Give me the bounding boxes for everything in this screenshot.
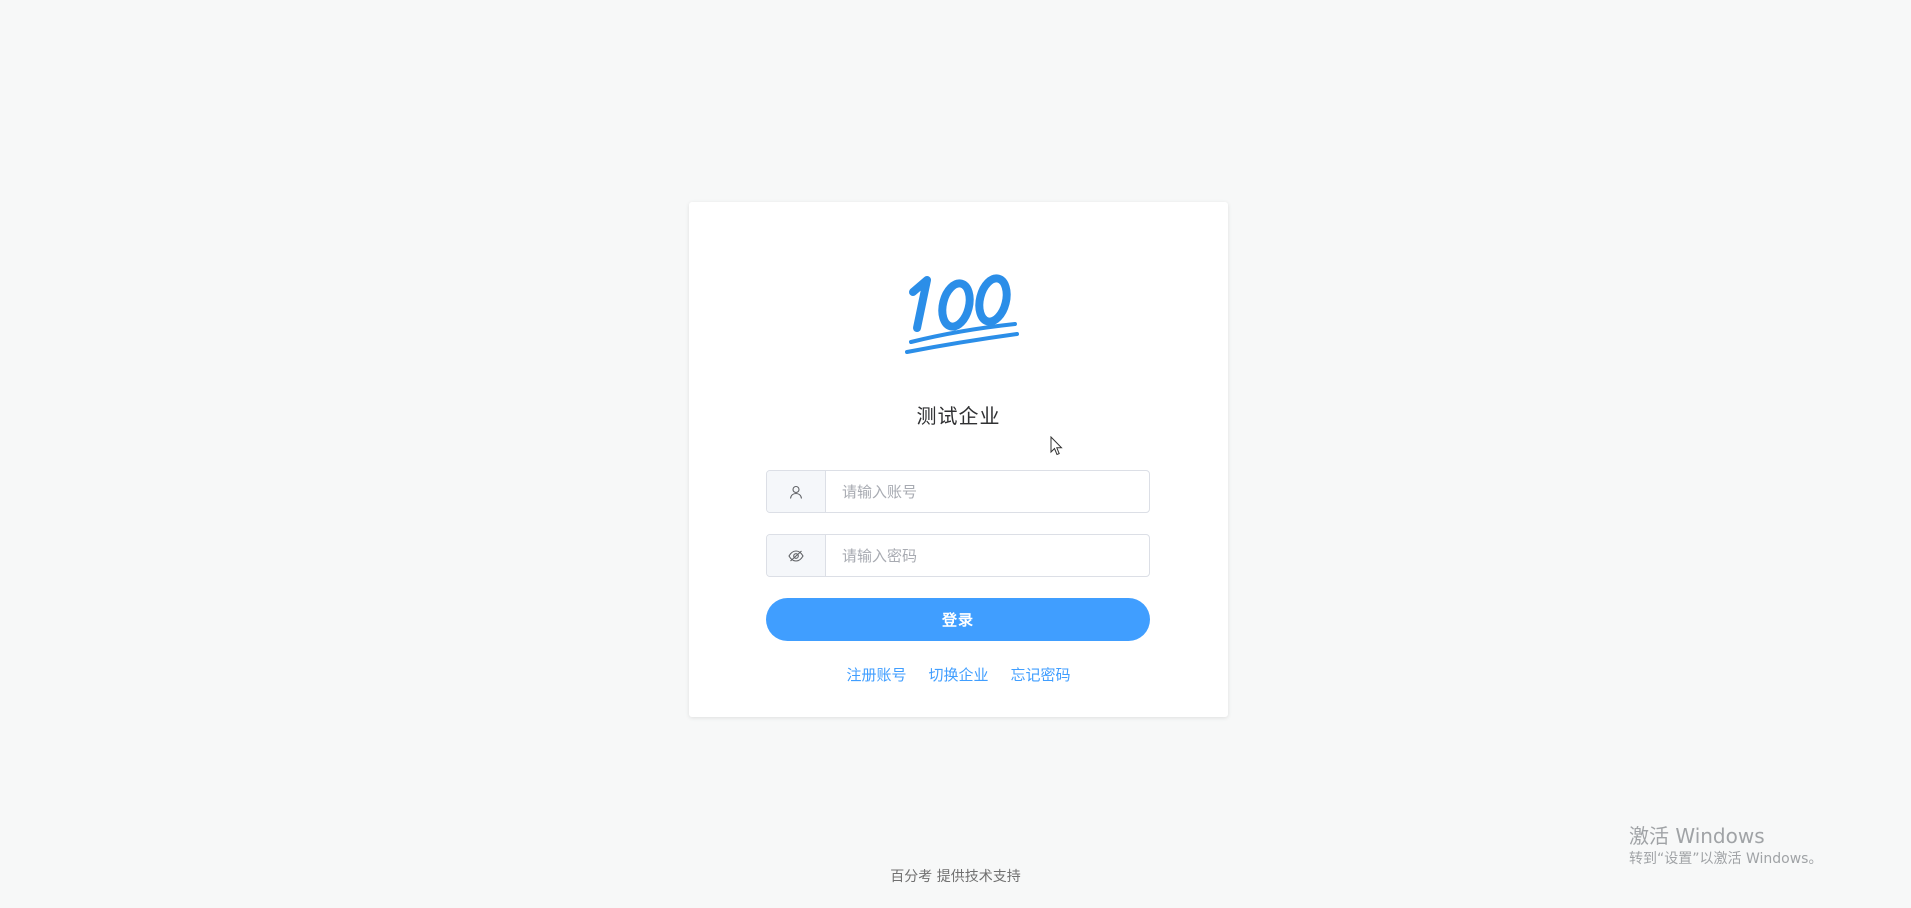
user-icon [789, 485, 803, 499]
username-input[interactable] [826, 471, 1149, 512]
watermark-subtitle: 转到“设置”以激活 Windows。 [1629, 851, 1823, 867]
password-field [766, 534, 1150, 577]
login-button[interactable]: 登录 [766, 598, 1150, 641]
username-icon-box [767, 471, 826, 512]
forgot-password-link[interactable]: 忘记密码 [1011, 664, 1071, 685]
auth-links: 注册账号 切换企业 忘记密码 [689, 664, 1228, 685]
switch-company-link[interactable]: 切换企业 [928, 664, 988, 685]
windows-activation-watermark: 激活 Windows 转到“设置”以激活 Windows。 [1629, 823, 1822, 869]
password-input[interactable] [826, 535, 1149, 576]
login-card: 测试企业 请输入账号 登录 注册账号 切换企业 忘记密码 [689, 202, 1228, 717]
mouse-pointer-icon [1050, 436, 1063, 456]
register-link[interactable]: 注册账号 [846, 664, 906, 685]
hundred-points-icon [905, 274, 1019, 354]
username-field [766, 470, 1150, 513]
password-icon-box [767, 535, 826, 576]
login-page: 测试企业 请输入账号 登录 注册账号 切换企业 忘记密码 百分考 提供技术支持 … [0, 0, 1911, 908]
company-name: 测试企业 [916, 404, 1001, 428]
watermark-title: 激活 Windows [1629, 824, 1765, 848]
footer-credit: 百分考 提供技术支持 [890, 869, 1021, 885]
eye-hidden-icon[interactable] [788, 549, 804, 562]
